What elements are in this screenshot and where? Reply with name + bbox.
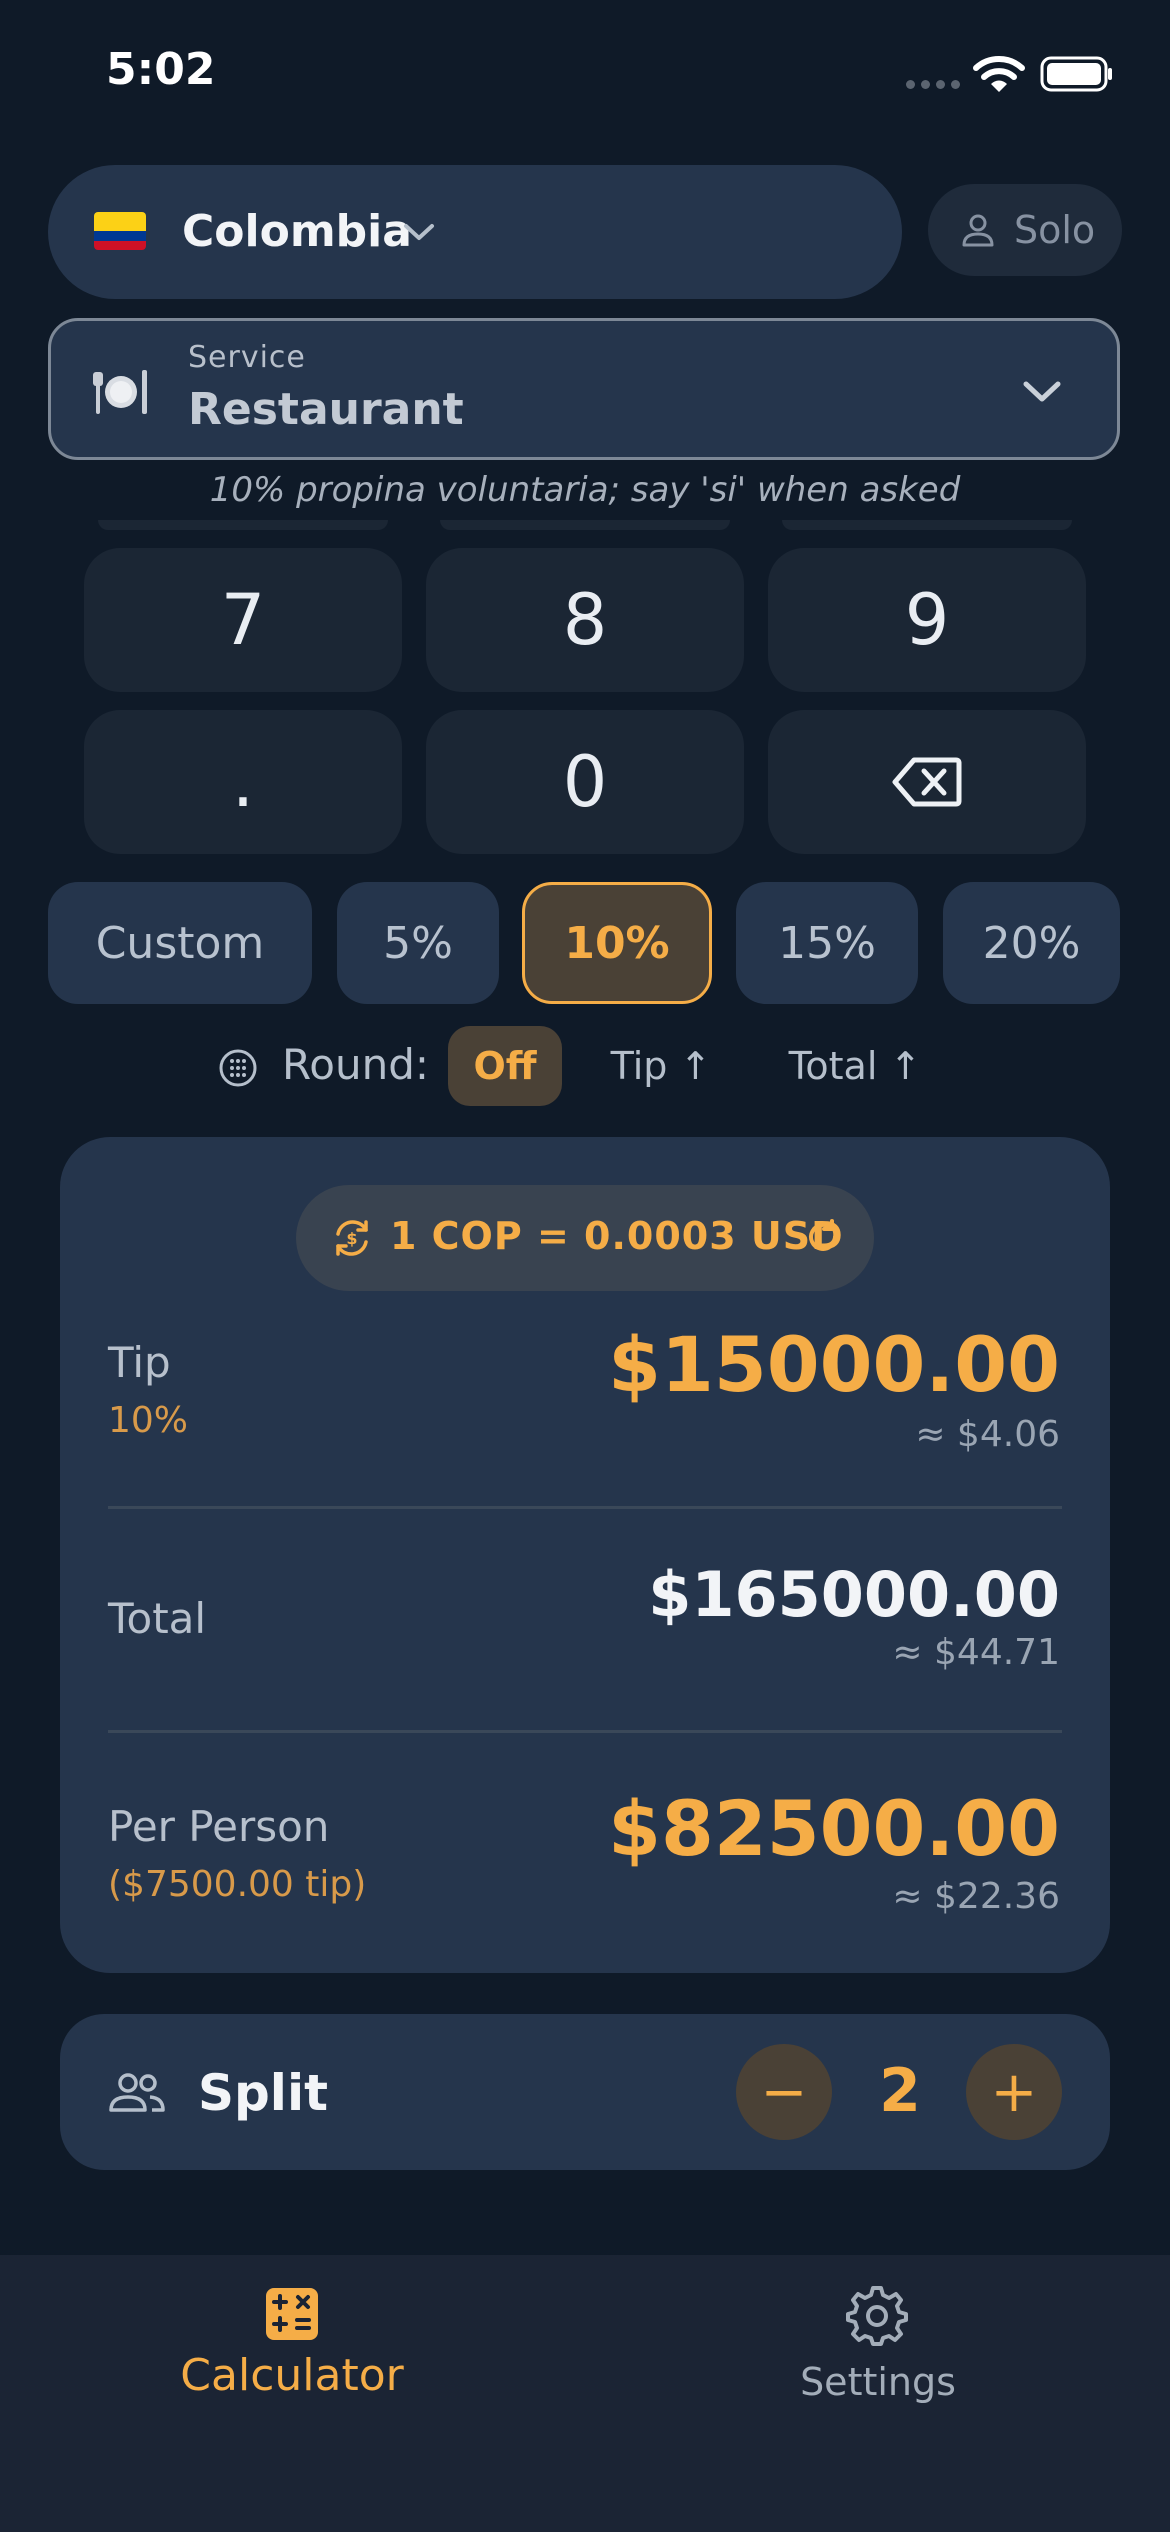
keypad-key-decimal[interactable]: .: [84, 710, 402, 854]
currency-exchange-icon: $: [336, 1220, 368, 1256]
total-label: Total: [108, 1594, 207, 1643]
colombia-flag-icon: [94, 212, 146, 250]
gear-icon: [846, 2286, 908, 2346]
tip-label: Tip: [108, 1338, 171, 1387]
service-value: Restaurant: [188, 384, 464, 435]
solo-label: Solo: [1014, 208, 1096, 252]
backspace-button[interactable]: [768, 710, 1086, 854]
split-increment-button[interactable]: +: [966, 2044, 1062, 2140]
round-option-off[interactable]: Off: [448, 1026, 562, 1106]
per-person-tip-note: ($7500.00 tip): [108, 1864, 367, 1905]
round-option-total[interactable]: Total ↑: [770, 1026, 940, 1106]
divider: [108, 1506, 1062, 1509]
country-selector[interactable]: [48, 165, 902, 299]
tip-option-20[interactable]: 20%: [943, 882, 1120, 1004]
service-hint: 10% propina voluntaria; say 'si' when as…: [209, 470, 961, 510]
svg-text:$: $: [346, 1229, 357, 1248]
service-caption: Service: [188, 340, 306, 375]
divider: [108, 1730, 1062, 1733]
round-label: Round:: [282, 1040, 430, 1089]
tip-percent: 10%: [108, 1400, 189, 1441]
per-person-amount: $82500.00: [608, 1784, 1060, 1873]
keypad-key-8[interactable]: 8: [426, 548, 744, 692]
total-amount: $165000.00: [648, 1558, 1060, 1631]
tip-amount: $15000.00: [608, 1320, 1060, 1409]
tip-converted: ≈ $4.06: [915, 1414, 1060, 1455]
tip-option-custom[interactable]: Custom: [48, 882, 312, 1004]
backspace-icon: [892, 757, 962, 807]
keypad-key-partial: [98, 520, 388, 530]
tab-calculator-label: Calculator: [180, 2350, 404, 2401]
rounding-icon: [219, 1049, 257, 1087]
keypad-key-0[interactable]: 0: [426, 710, 744, 854]
keypad-key-9[interactable]: 9: [768, 548, 1086, 692]
round-option-tip[interactable]: Tip ↑: [590, 1026, 732, 1106]
keypad-key-7[interactable]: 7: [84, 548, 402, 692]
keypad-key-partial: [782, 520, 1072, 530]
wifi-icon: [973, 56, 1025, 92]
status-time: 5:02: [106, 44, 216, 95]
tip-option-10[interactable]: 10%: [522, 882, 712, 1004]
chevron-down-icon: [404, 224, 434, 240]
split-decrement-button[interactable]: −: [736, 2044, 832, 2140]
per-person-converted: ≈ $22.36: [892, 1876, 1060, 1917]
tab-settings-label: Settings: [800, 2360, 956, 2404]
person-icon: [962, 214, 994, 247]
split-label: Split: [198, 2064, 328, 2122]
people-icon: [109, 2073, 165, 2112]
calculator-icon: [266, 2288, 318, 2340]
chevron-down-icon: [1023, 381, 1061, 402]
per-person-label: Per Person: [108, 1802, 330, 1851]
tip-option-5[interactable]: 5%: [337, 882, 499, 1004]
cellular-signal-icon: [906, 80, 960, 90]
battery-icon: [1040, 56, 1112, 92]
tip-option-15[interactable]: 15%: [736, 882, 918, 1004]
keypad-key-partial: [440, 520, 730, 530]
total-converted: ≈ $44.71: [892, 1632, 1060, 1673]
exchange-rate-text: 1 COP = 0.0003 USD: [390, 1214, 844, 1258]
refresh-icon[interactable]: [804, 1218, 842, 1256]
plate-cutlery-icon: [93, 370, 147, 414]
country-name: Colombia: [182, 206, 412, 257]
split-count: 2: [879, 2056, 921, 2126]
